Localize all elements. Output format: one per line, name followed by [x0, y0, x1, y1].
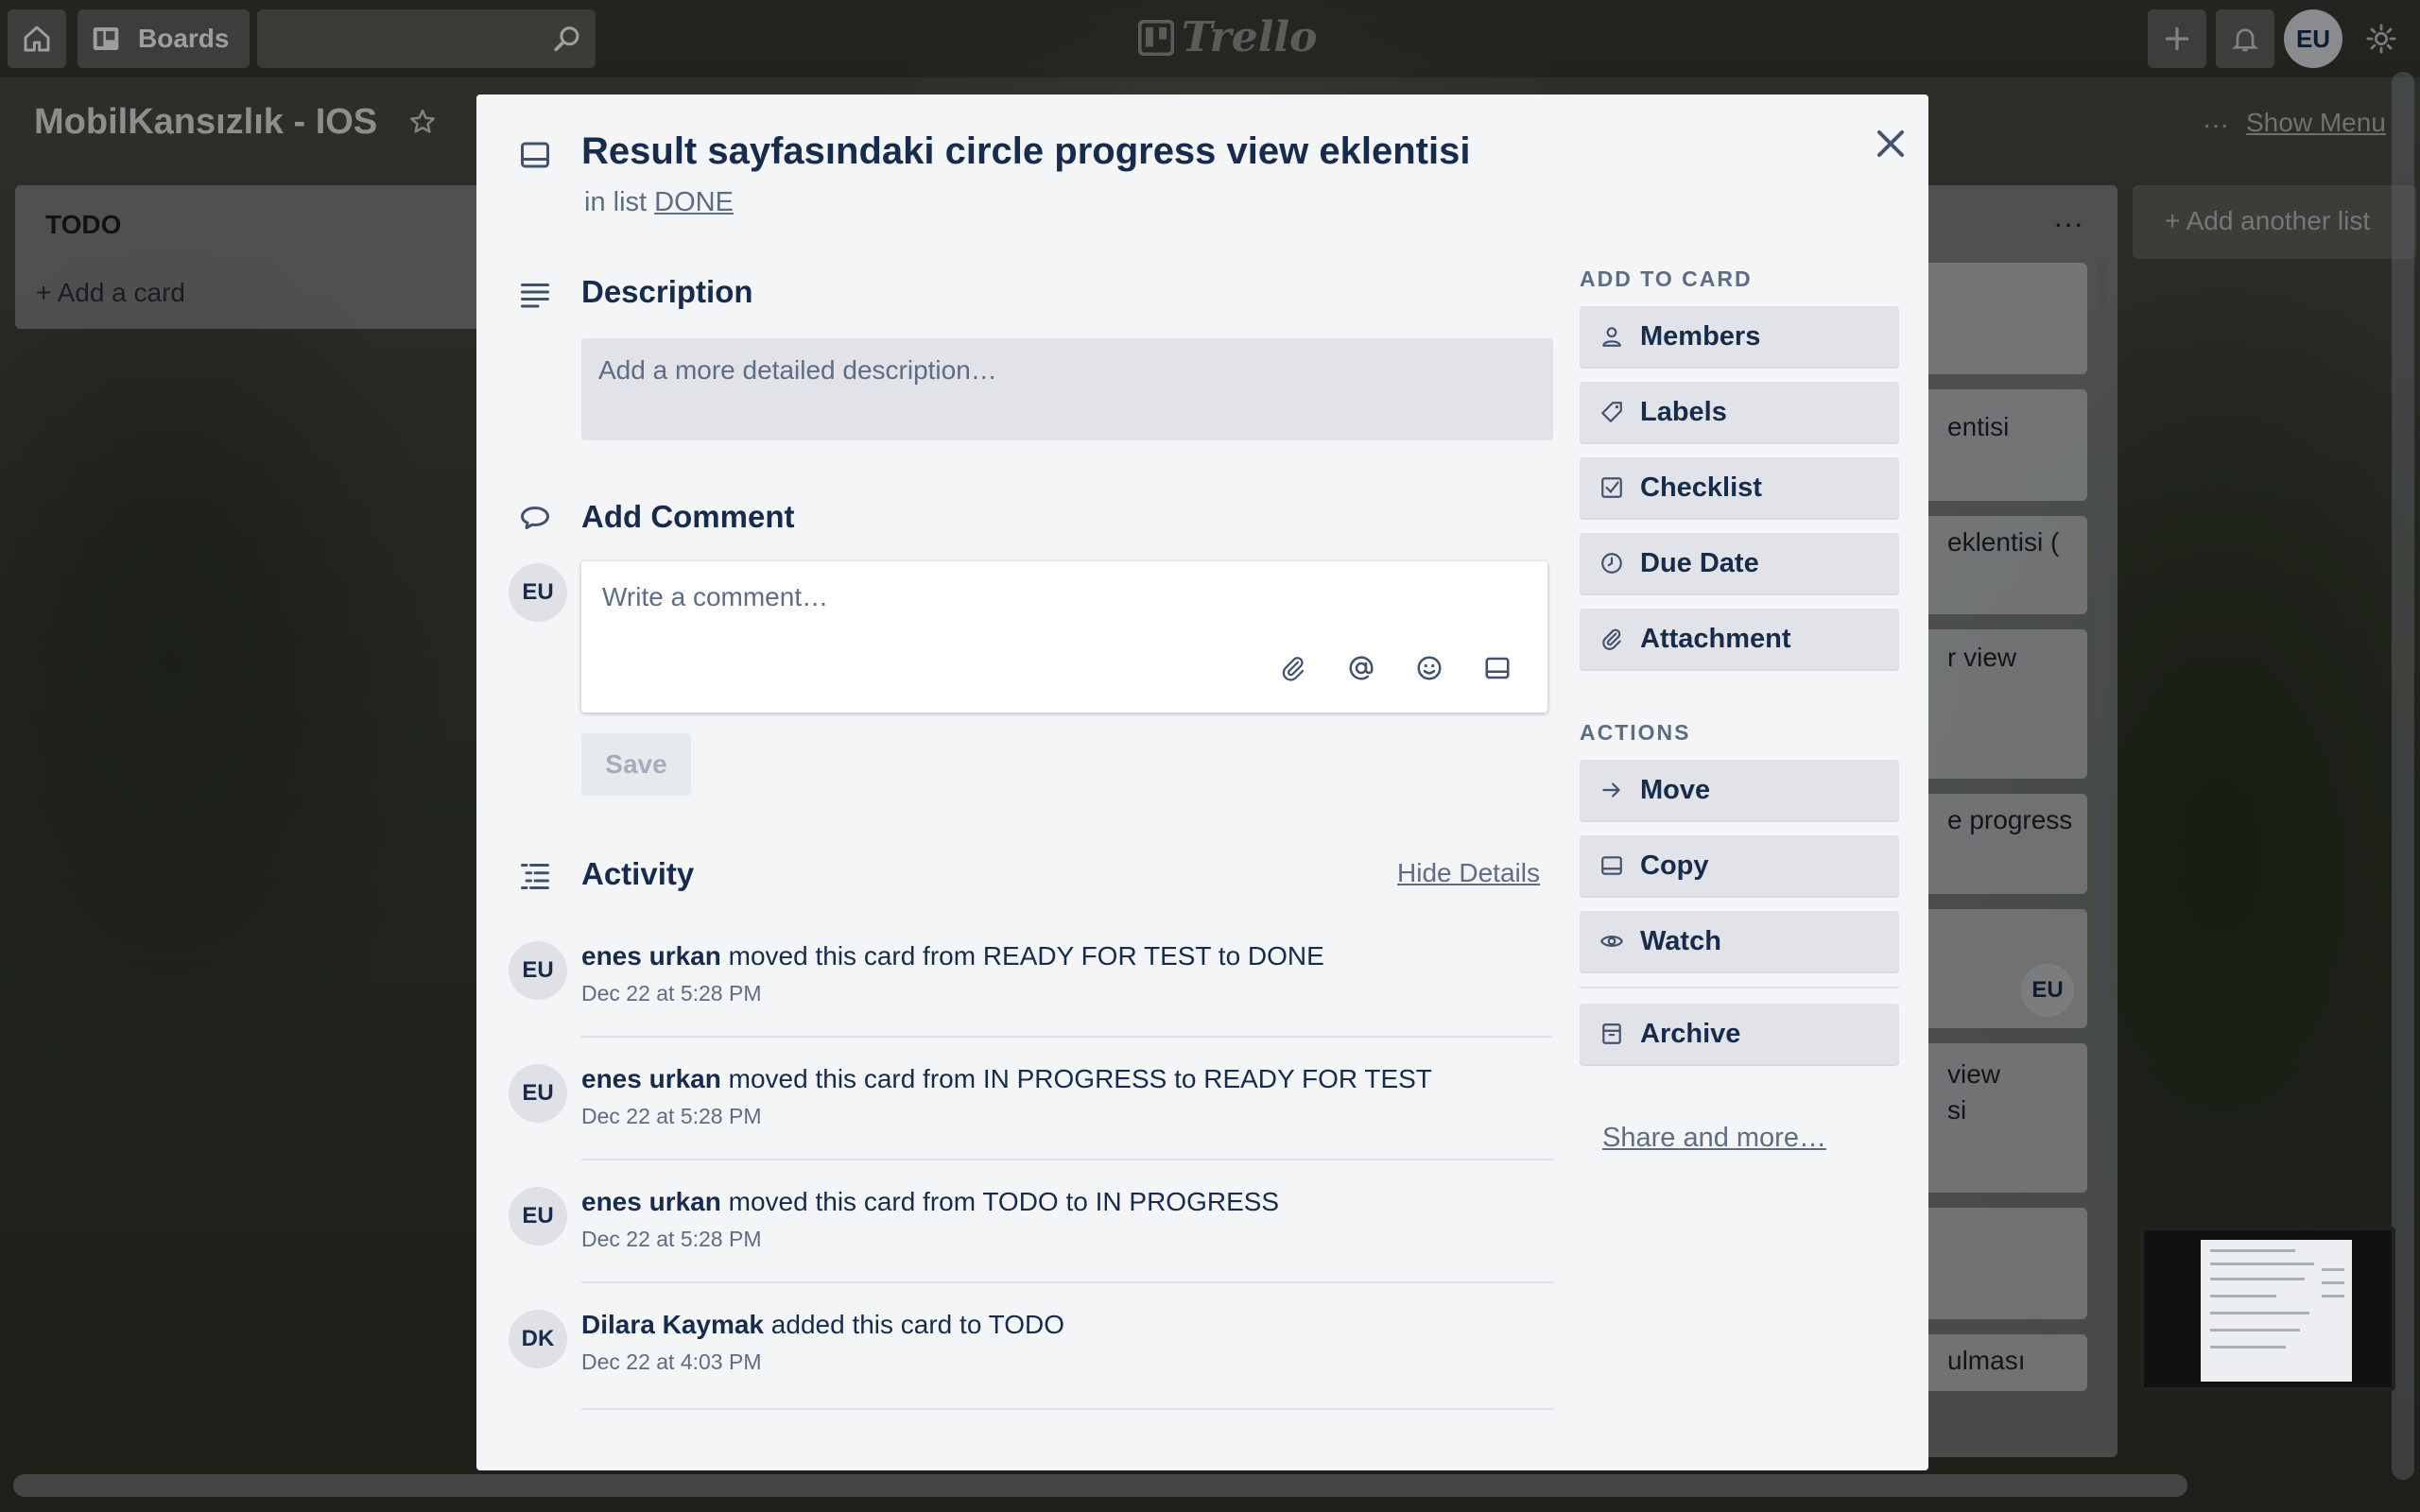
checklist-label: Checklist: [1640, 472, 1762, 503]
activity-divider: [581, 1159, 1553, 1160]
activity-item: enes urkan moved this card from IN PROGR…: [581, 1064, 1553, 1160]
labels-label: Labels: [1640, 396, 1727, 427]
screenshot-preview-thumbnail[interactable]: [2140, 1227, 2395, 1391]
attachment-label: Attachment: [1640, 623, 1791, 654]
due-date-button[interactable]: Due Date: [1580, 533, 1899, 593]
activity-avatar[interactable]: EU: [509, 941, 567, 1000]
activity-time[interactable]: Dec 22 at 4:03 PM: [581, 1349, 1553, 1375]
card-link-icon[interactable]: [1483, 654, 1512, 682]
activity-divider: [581, 1408, 1553, 1410]
close-icon: [1874, 127, 1908, 161]
activity-text: added this card to TODO: [770, 1310, 1065, 1339]
list-name-link[interactable]: DONE: [654, 187, 734, 217]
save-button[interactable]: Save: [581, 733, 691, 796]
clock-icon: [1599, 550, 1625, 576]
card-detail-dialog: Result sayfasındaki circle progress view…: [476, 94, 1928, 1470]
move-label: Move: [1640, 774, 1711, 805]
activity-divider: [581, 1281, 1553, 1283]
activity-item: Dilara Kaymak added this card to TODO De…: [581, 1310, 1553, 1410]
mention-icon[interactable]: [1347, 654, 1375, 682]
share-and-more-link[interactable]: Share and more…: [1602, 1123, 1826, 1154]
activity-divider: [581, 1036, 1553, 1038]
activity-avatar[interactable]: EU: [509, 1064, 567, 1123]
watch-button[interactable]: Watch: [1580, 911, 1899, 971]
archive-button[interactable]: Archive: [1580, 1004, 1899, 1064]
archive-icon: [1599, 1021, 1625, 1047]
attachment-button[interactable]: Attachment: [1580, 609, 1899, 669]
sidebar-divider: [1580, 987, 1899, 988]
card-icon: [518, 138, 552, 172]
label-icon: [1599, 399, 1625, 425]
activity-user[interactable]: enes urkan: [581, 941, 721, 971]
paperclip-icon: [1599, 626, 1625, 652]
description-field[interactable]: Add a more detailed description…: [581, 338, 1553, 440]
activity-item: enes urkan moved this card from TODO to …: [581, 1187, 1553, 1283]
copy-card-icon: [1599, 852, 1625, 879]
labels-button[interactable]: Labels: [1580, 382, 1899, 442]
activity-text: moved this card from IN PROGRESS to READ…: [728, 1064, 1432, 1093]
comment-placeholder: Write a comment…: [602, 582, 829, 611]
in-list-prefix: in list: [584, 187, 648, 217]
eye-icon: [1599, 928, 1625, 954]
emoji-icon[interactable]: [1415, 654, 1443, 682]
activity-user[interactable]: enes urkan: [581, 1064, 721, 1093]
preview-image: [2201, 1240, 2352, 1382]
activity-user[interactable]: enes urkan: [581, 1187, 721, 1216]
copy-button[interactable]: Copy: [1580, 835, 1899, 896]
activity-user[interactable]: Dilara Kaymak: [581, 1310, 764, 1339]
watch-label: Watch: [1640, 925, 1721, 956]
activity-time[interactable]: Dec 22 at 5:28 PM: [581, 981, 1553, 1006]
activity-avatar[interactable]: DK: [509, 1310, 567, 1368]
activity-time[interactable]: Dec 22 at 5:28 PM: [581, 1227, 1553, 1252]
card-title[interactable]: Result sayfasındaki circle progress view…: [581, 130, 1470, 173]
checklist-button[interactable]: Checklist: [1580, 457, 1899, 518]
move-button[interactable]: Move: [1580, 760, 1899, 820]
close-button[interactable]: [1862, 115, 1919, 172]
activity-item: enes urkan moved this card from READY FO…: [581, 941, 1553, 1038]
member-icon: [1599, 323, 1625, 350]
arrow-right-icon: [1599, 777, 1625, 803]
activity-text: moved this card from TODO to IN PROGRESS: [728, 1187, 1280, 1216]
attachment-icon[interactable]: [1279, 654, 1307, 682]
archive-label: Archive: [1640, 1018, 1741, 1049]
activity-icon: [518, 858, 552, 892]
activity-heading: Activity: [581, 856, 695, 891]
comment-avatar[interactable]: EU: [509, 563, 567, 622]
activity-time[interactable]: Dec 22 at 5:28 PM: [581, 1104, 1553, 1129]
hide-details-link[interactable]: Hide Details: [1397, 858, 1540, 888]
activity-text: moved this card from READY FOR TEST to D…: [728, 941, 1324, 971]
copy-label: Copy: [1640, 850, 1709, 881]
members-button[interactable]: Members: [1580, 306, 1899, 367]
description-heading: Description: [581, 274, 753, 309]
comment-icon: [518, 501, 552, 535]
add-to-card-heading: ADD TO CARD: [1580, 266, 1753, 291]
members-label: Members: [1640, 320, 1761, 352]
activity-avatar[interactable]: EU: [509, 1187, 567, 1246]
checklist-icon: [1599, 474, 1625, 501]
description-icon: [518, 278, 552, 312]
due-date-label: Due Date: [1640, 547, 1759, 578]
in-list-text: in list DONE: [584, 187, 734, 218]
actions-heading: ACTIONS: [1580, 720, 1691, 745]
comment-input[interactable]: Write a comment…: [581, 561, 1547, 713]
add-comment-heading: Add Comment: [581, 499, 795, 534]
